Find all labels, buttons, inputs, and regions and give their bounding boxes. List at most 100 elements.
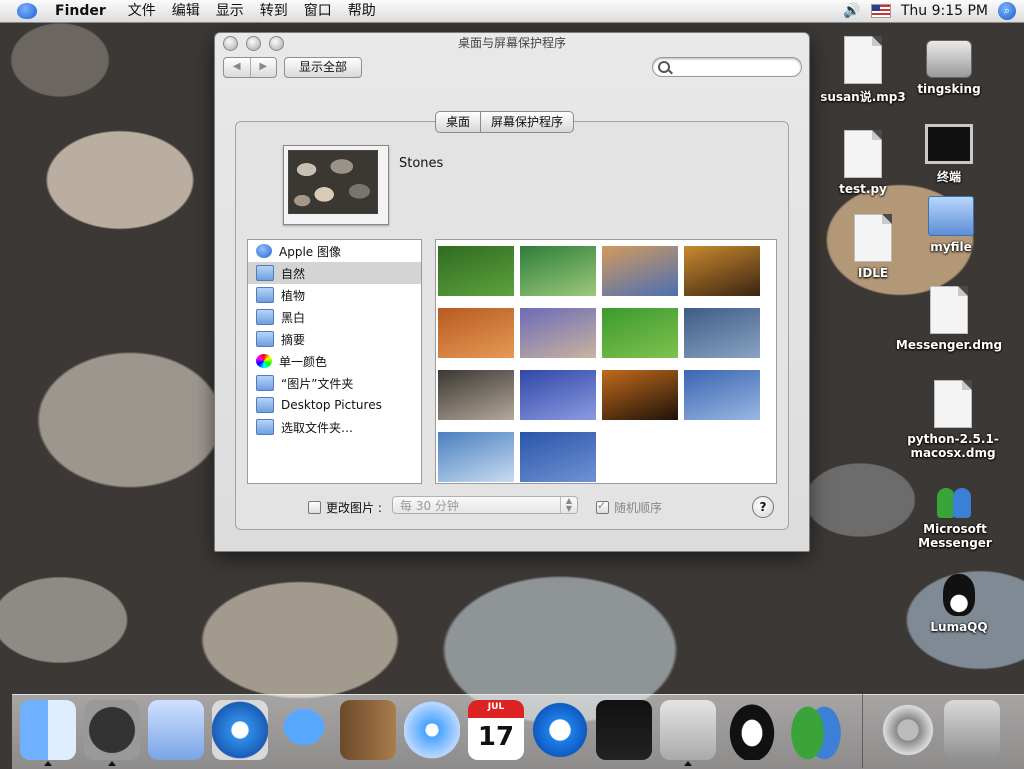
- thumbnail-rippled-sand-blue[interactable]: [520, 432, 596, 482]
- dock-ical[interactable]: JUL 17: [468, 700, 524, 760]
- folder-icon: [256, 331, 274, 347]
- desktop-icon[interactable]: python-2.5.1-macosx.dmg: [898, 380, 1008, 460]
- source-item[interactable]: 单一颜色: [248, 350, 421, 372]
- thumbnail-blue-waves[interactable]: [684, 308, 760, 358]
- current-picture-name: Stones: [399, 156, 444, 171]
- random-order-control[interactable]: 随机顺序: [596, 499, 662, 516]
- help-button[interactable]: ?: [752, 496, 774, 518]
- menu-edit[interactable]: 编辑: [164, 0, 208, 22]
- minimize-button[interactable]: [246, 36, 261, 51]
- desktop-icon[interactable]: 终端: [894, 124, 1004, 185]
- running-indicator-icon: [684, 761, 692, 766]
- desktop-icon[interactable]: Microsoft Messenger: [900, 480, 1010, 550]
- menu-app-finder[interactable]: Finder: [47, 0, 120, 22]
- menubar-clock[interactable]: Thu 9:15 PM: [901, 3, 988, 19]
- menu-help[interactable]: 帮助: [340, 0, 384, 22]
- change-picture-control[interactable]: 更改图片 :: [308, 499, 382, 516]
- thumbnail-blue-flow[interactable]: [520, 370, 596, 420]
- volume-icon[interactable]: 🔊: [843, 3, 860, 19]
- dock-finder[interactable]: [20, 700, 76, 766]
- dock-terminal[interactable]: [596, 700, 652, 760]
- source-item-label: “图片”文件夹: [281, 376, 354, 391]
- menu-view[interactable]: 显示: [208, 0, 252, 22]
- mp3-file-icon: [844, 36, 882, 84]
- change-picture-checkbox[interactable]: [308, 501, 321, 514]
- menu-go[interactable]: 转到: [252, 0, 296, 22]
- dock-messenger[interactable]: [788, 700, 844, 760]
- back-arrow-icon[interactable]: ◀: [224, 58, 251, 77]
- folder-icon: [928, 196, 974, 236]
- zoom-button[interactable]: [269, 36, 284, 51]
- desktop-icon[interactable]: tingsking: [894, 40, 1004, 96]
- thumbnail-ladybugs-leaves[interactable]: [438, 246, 514, 296]
- show-all-button[interactable]: 显示全部: [284, 57, 362, 78]
- dock-trash[interactable]: [944, 700, 1000, 760]
- close-button[interactable]: [223, 36, 238, 51]
- source-item-label: 自然: [281, 266, 306, 281]
- source-item[interactable]: 自然: [248, 262, 421, 284]
- dock-ichat[interactable]: [276, 700, 332, 760]
- spotlight-icon[interactable]: ⌕: [998, 2, 1016, 20]
- popup-arrows-icon: ▲ ▼: [560, 497, 577, 513]
- source-item[interactable]: 选取文件夹…: [248, 416, 421, 438]
- thumbnail-tiger-stripes[interactable]: [602, 370, 678, 420]
- window-titlebar[interactable]: 桌面与屏幕保护程序: [215, 33, 809, 53]
- search-field[interactable]: [652, 57, 802, 77]
- source-item[interactable]: Desktop Pictures: [248, 394, 421, 416]
- change-interval-popup[interactable]: 每 30 分钟 ▲ ▼: [392, 496, 578, 514]
- source-item-label: 植物: [281, 288, 306, 303]
- tab-screensaver[interactable]: 屏幕保护程序: [480, 112, 573, 132]
- penguin-icon: [943, 574, 975, 616]
- picture-source-list: Apple 图像自然植物黑白 摘要 单一颜色 “图片”文件夹 Desktop Pictu…: [247, 239, 422, 484]
- desktop-icon[interactable]: myfile: [896, 196, 1006, 254]
- disk-image-icon: [934, 380, 972, 428]
- search-input[interactable]: [675, 59, 794, 75]
- apple-icon: [256, 244, 272, 258]
- change-interval-value: 每 30 分钟: [400, 499, 459, 513]
- thumbnail-ladybug-green[interactable]: [602, 308, 678, 358]
- dock-lumaqq[interactable]: [724, 700, 780, 760]
- dock-mail[interactable]: [148, 700, 204, 760]
- source-item[interactable]: 植物: [248, 284, 421, 306]
- picture-grid: [435, 239, 777, 484]
- current-picture-well[interactable]: [283, 145, 389, 225]
- random-order-checkbox[interactable]: [596, 499, 609, 514]
- window-toolbar: ◀ ▶ 显示全部: [215, 53, 809, 83]
- dock-address-book[interactable]: [340, 700, 396, 760]
- source-item[interactable]: 黑白: [248, 306, 421, 328]
- forward-arrow-icon[interactable]: ▶: [251, 58, 277, 77]
- dock-itunes[interactable]: [404, 700, 460, 760]
- dock-safari[interactable]: [212, 700, 268, 760]
- menu-file[interactable]: 文件: [120, 0, 164, 22]
- input-menu-flag-icon[interactable]: [870, 4, 891, 18]
- folder-icon: [256, 309, 274, 325]
- tab-desktop[interactable]: 桌面: [436, 112, 480, 132]
- source-item[interactable]: 摘要: [248, 328, 421, 350]
- thumbnail-leopard-fur[interactable]: [684, 246, 760, 296]
- desktop-icon-label: Microsoft Messenger: [918, 522, 992, 550]
- source-item[interactable]: Apple 图像: [248, 240, 421, 262]
- apple-menu-icon[interactable]: [17, 3, 37, 19]
- thumbnail-blue-reflection[interactable]: [684, 370, 760, 420]
- dock-quicktime[interactable]: [532, 700, 588, 760]
- thumbnail-ocean-blue[interactable]: [438, 432, 514, 482]
- desktop-icon[interactable]: Messenger.dmg: [894, 286, 1004, 352]
- ical-month: JUL: [487, 702, 505, 712]
- source-item-label: Desktop Pictures: [281, 398, 382, 412]
- menu-window[interactable]: 窗口: [296, 0, 340, 22]
- thumbnail-purple-ripples[interactable]: [520, 308, 596, 358]
- running-indicator-icon: [108, 761, 116, 766]
- dock-system-preferences[interactable]: [660, 700, 716, 766]
- terminal-alias-icon: [925, 124, 973, 164]
- ical-day: 17: [477, 722, 515, 752]
- thumbnail-green-dewdrop[interactable]: [520, 246, 596, 296]
- thumbnail-sunset-water[interactable]: [602, 246, 678, 296]
- msn-messenger-icon: [933, 480, 977, 518]
- dock-mail-spring[interactable]: [880, 700, 936, 760]
- desktop-icon[interactable]: LumaQQ: [904, 574, 1014, 634]
- source-item[interactable]: “图片”文件夹: [248, 372, 421, 394]
- dock-dashboard[interactable]: [84, 700, 140, 766]
- dock-separator: [862, 694, 863, 768]
- thumbnail-stones[interactable]: [438, 370, 514, 420]
- thumbnail-sand-dunes[interactable]: [438, 308, 514, 358]
